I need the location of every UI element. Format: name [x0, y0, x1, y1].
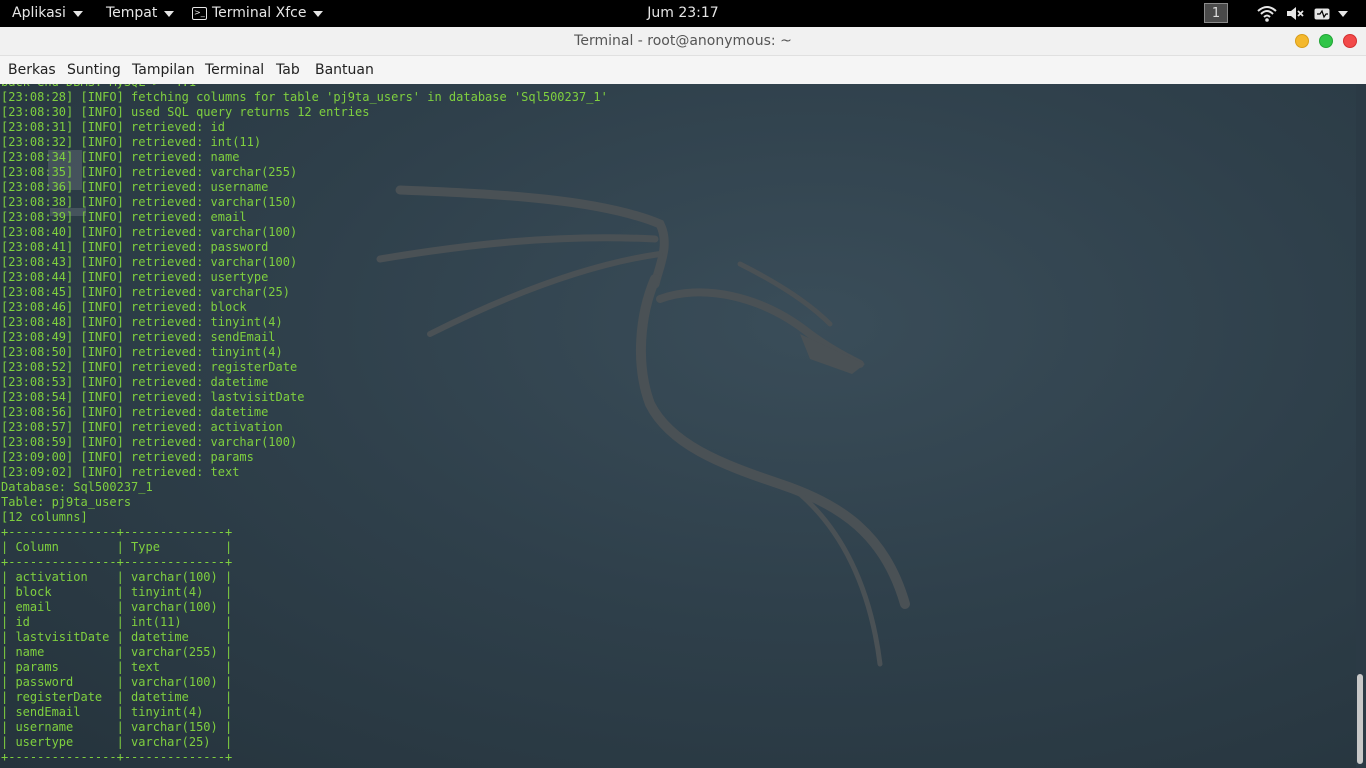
terminal-line: [23:08:39] [INFO] retrieved: email: [1, 210, 247, 224]
terminal-text: back-end DBMS: MySQL >= 4.1[23:08:28] [I…: [1, 84, 608, 765]
terminal-line: [23:09:00] [INFO] retrieved: params: [1, 450, 254, 464]
active-window-label: Terminal Xfce: [212, 5, 307, 21]
terminal-line: | registerDate | datetime |: [1, 690, 233, 704]
terminal-line: [23:08:52] [INFO] retrieved: registerDat…: [1, 360, 298, 374]
top-panel: Aplikasi Tempat >_ Terminal Xfce Jum 23:…: [0, 0, 1366, 27]
terminal-line: | params | text |: [1, 660, 233, 674]
menu-bantuan[interactable]: Bantuan: [315, 56, 374, 84]
terminal-line: [23:08:49] [INFO] retrieved: sendEmail: [1, 330, 276, 344]
terminal-line: [23:08:48] [INFO] retrieved: tinyint(4): [1, 315, 283, 329]
terminal-icon: >_: [192, 7, 207, 20]
active-window-button[interactable]: >_ Terminal Xfce: [192, 0, 324, 27]
terminal-line: [23:08:31] [INFO] retrieved: id: [1, 120, 225, 134]
menu-terminal[interactable]: Terminal: [205, 56, 264, 84]
terminal-output-area[interactable]: back-end DBMS: MySQL >= 4.1[23:08:28] [I…: [0, 84, 1356, 768]
terminal-line: | block | tinyint(4) |: [1, 585, 233, 599]
terminal-line: | id | int(11) |: [1, 615, 233, 629]
places-menu-label: Tempat: [106, 5, 158, 21]
terminal-line: | name | varchar(255) |: [1, 645, 233, 659]
terminal-line: Database: Sql500237_1: [1, 480, 153, 494]
applications-menu[interactable]: Aplikasi: [12, 0, 83, 27]
terminal-line: [23:08:56] [INFO] retrieved: datetime: [1, 405, 269, 419]
terminal-line: [23:08:54] [INFO] retrieved: lastvisitDa…: [1, 390, 305, 404]
terminal-line: [12 columns]: [1, 510, 88, 524]
menu-berkas[interactable]: Berkas: [8, 56, 56, 84]
minimize-button[interactable]: [1295, 34, 1309, 48]
terminal-line: [23:08:30] [INFO] used SQL query returns…: [1, 105, 370, 119]
wifi-icon[interactable]: [1257, 4, 1277, 23]
terminal-line: [23:08:34] [INFO] retrieved: name: [1, 150, 240, 164]
power-menu[interactable]: [1314, 4, 1348, 23]
terminal-line: [23:09:02] [INFO] retrieved: text: [1, 465, 240, 479]
places-menu[interactable]: Tempat: [106, 0, 175, 27]
menu-bar: Berkas Sunting Tampilan Terminal Tab Ban…: [0, 56, 1366, 85]
terminal-line: Table: pj9ta_users: [1, 495, 132, 509]
terminal-line: [23:08:44] [INFO] retrieved: usertype: [1, 270, 269, 284]
chevron-down-icon: [72, 10, 83, 17]
terminal-line: [23:08:40] [INFO] retrieved: varchar(100…: [1, 225, 298, 239]
terminal-line: [23:08:38] [INFO] retrieved: varchar(150…: [1, 195, 298, 209]
terminal-line: +---------------+--------------+: [1, 750, 233, 764]
terminal-line: [23:08:46] [INFO] retrieved: block: [1, 300, 247, 314]
terminal-line: | usertype | varchar(25) |: [1, 735, 233, 749]
terminal-line: | email | varchar(100) |: [1, 600, 233, 614]
terminal-line: +---------------+--------------+: [1, 525, 233, 539]
chevron-down-icon: [1338, 10, 1348, 17]
close-button[interactable]: [1343, 34, 1357, 48]
panel-clock[interactable]: Jum 23:17: [647, 5, 718, 21]
terminal-line: [23:08:36] [INFO] retrieved: username: [1, 180, 269, 194]
terminal-line: [23:08:50] [INFO] retrieved: tinyint(4): [1, 345, 283, 359]
workspace-switcher[interactable]: 1: [1204, 3, 1228, 23]
terminal-line: [23:08:57] [INFO] retrieved: activation: [1, 420, 283, 434]
battery-icon: [1314, 8, 1330, 19]
terminal-line: | Column | Type |: [1, 540, 233, 554]
volume-muted-icon[interactable]: [1285, 4, 1305, 23]
window-title: Terminal - root@anonymous: ~: [574, 33, 792, 49]
terminal-line: +---------------+--------------+: [1, 555, 233, 569]
chevron-down-icon: [313, 10, 324, 17]
menu-sunting[interactable]: Sunting: [67, 56, 121, 84]
terminal-line: | password | varchar(100) |: [1, 675, 233, 689]
maximize-button[interactable]: [1319, 34, 1333, 48]
terminal-line: [23:08:35] [INFO] retrieved: varchar(255…: [1, 165, 298, 179]
terminal-scrollbar[interactable]: [1356, 84, 1366, 768]
terminal-line: [23:08:45] [INFO] retrieved: varchar(25): [1, 285, 290, 299]
menu-tampilan[interactable]: Tampilan: [132, 56, 195, 84]
chevron-down-icon: [164, 10, 175, 17]
terminal-line: | lastvisitDate | datetime |: [1, 630, 233, 644]
terminal-line: | sendEmail | tinyint(4) |: [1, 705, 233, 719]
menu-tab[interactable]: Tab: [276, 56, 300, 84]
terminal-line: | activation | varchar(100) |: [1, 570, 233, 584]
terminal-line: [23:08:32] [INFO] retrieved: int(11): [1, 135, 262, 149]
window-titlebar[interactable]: Terminal - root@anonymous: ~: [0, 27, 1366, 56]
terminal-line: [23:08:53] [INFO] retrieved: datetime: [1, 375, 269, 389]
applications-menu-label: Aplikasi: [12, 5, 66, 21]
scrollbar-thumb[interactable]: [1357, 674, 1363, 764]
terminal-line: [23:08:43] [INFO] retrieved: varchar(100…: [1, 255, 298, 269]
terminal-line: | username | varchar(150) |: [1, 720, 233, 734]
terminal-line: [23:08:28] [INFO] fetching columns for t…: [1, 90, 608, 104]
terminal-line: [23:08:41] [INFO] retrieved: password: [1, 240, 269, 254]
terminal-line: [23:08:59] [INFO] retrieved: varchar(100…: [1, 435, 298, 449]
